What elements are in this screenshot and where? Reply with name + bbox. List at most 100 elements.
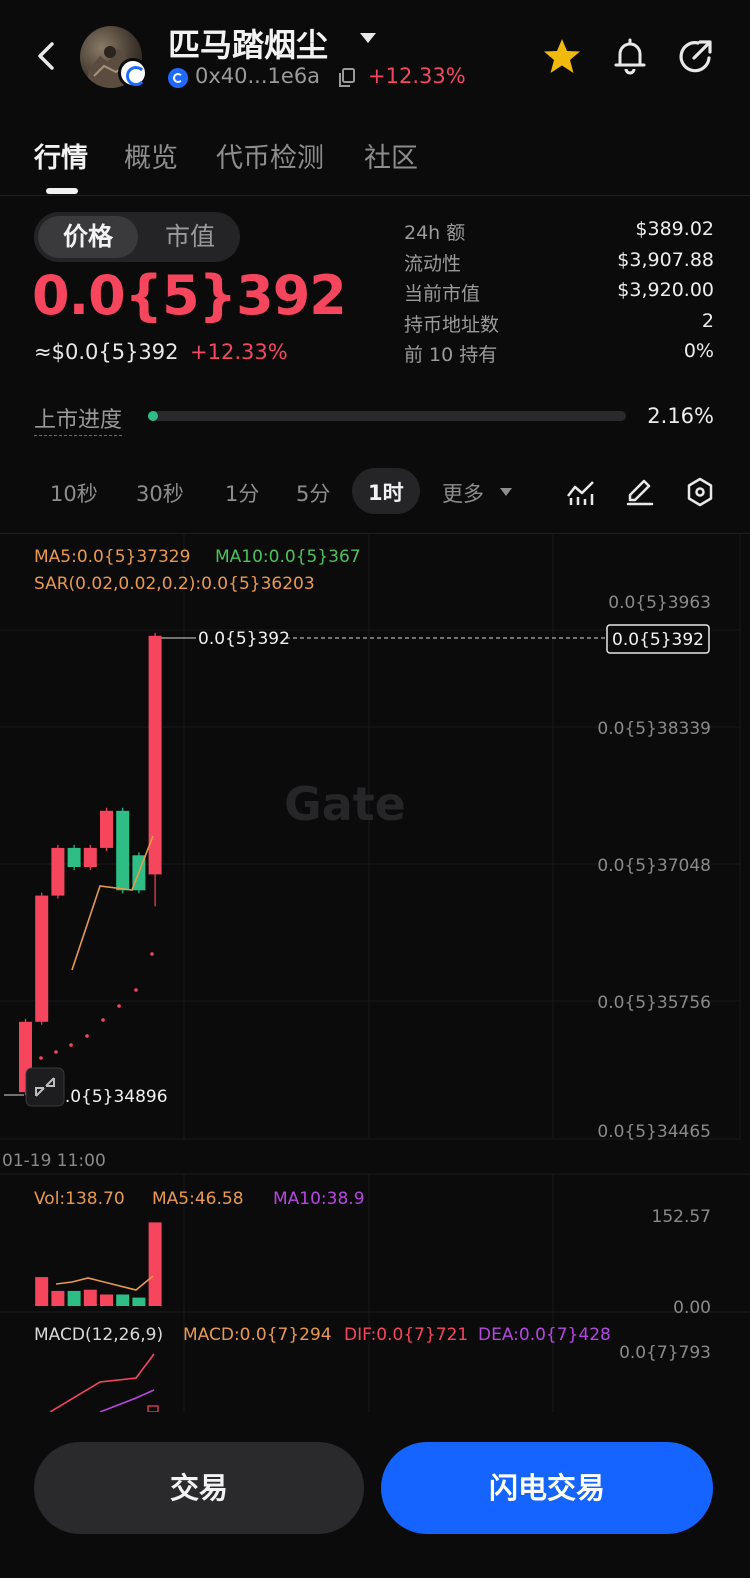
- volume-axis-label: 0.00: [673, 1298, 711, 1318]
- volume-bar: [116, 1294, 130, 1306]
- sar-dot: [117, 1004, 121, 1008]
- price-axis-label: 0.0{5}34465: [597, 1122, 711, 1142]
- dea-readout: DEA:0.0{7}428: [478, 1325, 611, 1345]
- interval-1h[interactable]: 1时: [352, 468, 420, 514]
- volume-ma5-readout: MA5:46.58: [152, 1189, 244, 1209]
- stat-value: 0%: [683, 340, 714, 362]
- header: 匹马踏烟尘 0x40...1e6a +12.33%: [0, 0, 750, 112]
- price-change: +12.33%: [190, 340, 288, 364]
- candle: [51, 847, 65, 896]
- chain-icon: [168, 68, 188, 88]
- stat-label: 前 10 持有: [404, 344, 498, 366]
- listing-progress-bar: [148, 411, 626, 421]
- ma5-readout: MA5:0.0{5}37329: [34, 547, 190, 567]
- chevron-down-icon[interactable]: [500, 488, 512, 496]
- macd-readout: MACD:0.0{7}294: [183, 1325, 332, 1345]
- volume-bar: [132, 1297, 146, 1306]
- volume-readout: Vol:138.70: [34, 1189, 125, 1209]
- listing-progress-fill: [148, 411, 159, 421]
- sar-dot: [150, 952, 154, 956]
- toggle-market-cap[interactable]: 市值: [144, 216, 236, 258]
- copy-icon[interactable]: [338, 68, 356, 88]
- candle: [148, 635, 162, 875]
- stat-value: $389.02: [635, 218, 714, 240]
- contract-address: 0x40...1e6a: [195, 64, 321, 88]
- toggle-price[interactable]: 价格: [38, 216, 138, 258]
- sar-dot: [101, 1018, 105, 1022]
- volume-bar: [83, 1289, 97, 1306]
- volume-bars: [35, 1222, 162, 1306]
- volume-bar: [35, 1277, 49, 1306]
- collapse-icon: [25, 1067, 65, 1107]
- usd-price: ≈$0.0{5}392: [34, 340, 179, 364]
- high-price-label: 0.0{5}392: [198, 629, 290, 649]
- flash-trade-button[interactable]: 闪电交易: [381, 1442, 713, 1534]
- interval-more[interactable]: 更多: [442, 478, 484, 508]
- candle: [100, 810, 113, 848]
- listing-progress-value: 2.16%: [647, 404, 714, 428]
- interval-bar: 10秒 30秒 1分 5分 1时 更多: [0, 464, 750, 520]
- sar-dot: [134, 988, 138, 992]
- volume-ma5-line: [55, 1275, 154, 1291]
- tab-overview[interactable]: 概览: [124, 136, 178, 175]
- kline-chart[interactable]: Gate MA5:0.0{5}37329 MA10:0.0{5}367 SAR(…: [0, 534, 750, 1412]
- macd-title: MACD(12,26,9): [34, 1325, 163, 1345]
- back-arrow-icon[interactable]: [30, 38, 66, 74]
- stat-row: 当前市值 $3,920.00: [404, 279, 714, 310]
- stat-label: 持币地址数: [404, 313, 500, 336]
- price-axis-label: 0.0{5}35756: [597, 993, 711, 1013]
- chart-grid: [0, 534, 741, 1412]
- macd-axis-label: 0.0{7}793: [619, 1343, 711, 1363]
- stat-row: 流动性 $3,907.88: [404, 249, 714, 280]
- tab-market[interactable]: 行情: [34, 136, 88, 175]
- volume-bar: [100, 1294, 113, 1306]
- stat-label: 当前市值: [404, 283, 481, 305]
- ma10-readout: MA10:0.0{5}367: [215, 547, 361, 567]
- watermark-logo: Gate: [284, 777, 406, 831]
- bottom-action-bar: 交易 闪电交易: [0, 1412, 750, 1578]
- price-axis-label: 0.0{5}38339: [597, 719, 711, 739]
- favorite-star-icon[interactable]: [542, 36, 582, 76]
- interval-30s[interactable]: 30秒: [136, 478, 184, 508]
- main-tabs: 行情 概览 代币检测 社区: [0, 128, 750, 196]
- interval-10s[interactable]: 10秒: [50, 478, 98, 508]
- chain-badge-icon: [118, 58, 148, 88]
- token-name[interactable]: 匹马踏烟尘: [168, 20, 328, 66]
- volume-ma10-readout: MA10:38.9: [273, 1189, 365, 1209]
- draw-pen-icon[interactable]: [624, 476, 656, 508]
- stats-panel: 24h 额 $389.02 流动性 $3,907.88 当前市值 $3,920.…: [404, 218, 714, 371]
- tab-token-check[interactable]: 代币检测: [216, 136, 324, 175]
- share-icon[interactable]: [676, 36, 716, 76]
- current-price: 0.0{5}392: [32, 264, 347, 327]
- volume-bar: [51, 1290, 65, 1306]
- dif-line: [49, 1353, 155, 1412]
- tab-community[interactable]: 社区: [364, 136, 418, 175]
- settings-hexagon-icon[interactable]: [684, 476, 716, 508]
- listing-progress-label[interactable]: 上市进度: [34, 402, 123, 436]
- candle: [35, 895, 49, 1022]
- sar-dots: [39, 952, 154, 1060]
- stat-row: 持币地址数 2: [404, 310, 714, 341]
- indicator-chart-icon[interactable]: [565, 476, 597, 508]
- stat-row: 前 10 持有 0%: [404, 340, 714, 371]
- volume-bar: [148, 1222, 162, 1306]
- low-price-label: 0.0{5}34896: [54, 1087, 168, 1107]
- sar-dot: [39, 1056, 43, 1060]
- chevron-down-icon[interactable]: [360, 33, 376, 43]
- dea-line: [99, 1389, 155, 1412]
- interval-5m[interactable]: 5分: [296, 478, 330, 508]
- current-price-tag-label: 0.0{5}392: [612, 630, 704, 650]
- stat-row: 24h 额 $389.02: [404, 218, 714, 249]
- stat-label: 24h 额: [404, 222, 466, 244]
- candle: [67, 847, 81, 867]
- sar-dot: [54, 1050, 58, 1054]
- trade-button[interactable]: 交易: [34, 1442, 364, 1534]
- bell-icon[interactable]: [610, 36, 650, 76]
- candle: [83, 847, 97, 867]
- volume-axis-label: 152.57: [652, 1207, 711, 1227]
- dif-readout: DIF:0.0{7}721: [344, 1325, 468, 1345]
- volume-bar: [67, 1290, 81, 1306]
- time-axis-label: 01-19 11:00: [2, 1151, 106, 1171]
- interval-1m[interactable]: 1分: [225, 478, 259, 508]
- sar-readout: SAR(0.02,0.02,0.2):0.0{5}36203: [34, 574, 315, 594]
